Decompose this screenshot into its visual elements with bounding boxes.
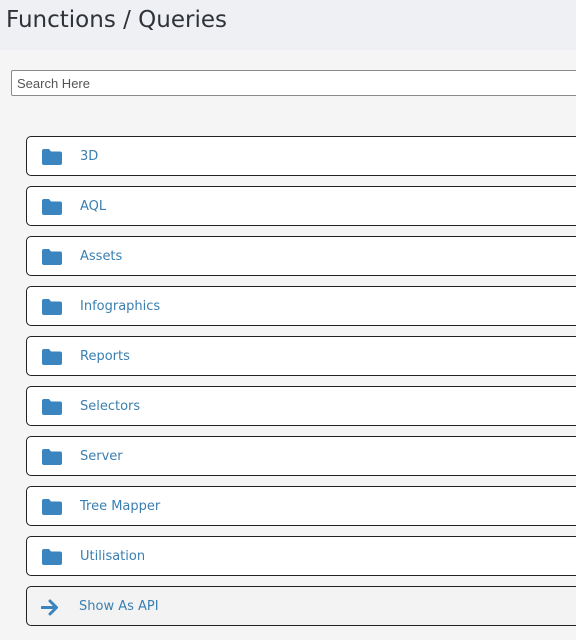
- folder-item-label: Infographics: [80, 299, 161, 314]
- folder-item-label: Reports: [80, 349, 130, 364]
- folder-icon: [42, 299, 62, 315]
- arrow-right-icon: [41, 599, 58, 616]
- folder-item-aql[interactable]: AQL: [26, 186, 576, 226]
- folder-icon: [42, 149, 62, 165]
- folder-item-tree-mapper[interactable]: Tree Mapper: [26, 486, 576, 526]
- folder-icon: [42, 399, 62, 415]
- folder-item-label: AQL: [80, 199, 107, 214]
- folder-icon: [42, 449, 62, 465]
- folder-item-label: Assets: [80, 249, 123, 264]
- folder-item-label: Server: [80, 449, 123, 464]
- folder-item-label: Selectors: [80, 399, 141, 414]
- folder-item-label: Utilisation: [80, 549, 146, 564]
- folder-item-3d[interactable]: 3D: [26, 136, 576, 176]
- folder-item-label: Tree Mapper: [80, 499, 161, 514]
- folder-item-label: 3D: [80, 149, 99, 164]
- page-header: Functions / Queries: [0, 0, 576, 50]
- show-as-api-button[interactable]: Show As API: [26, 586, 576, 626]
- folder-icon: [42, 199, 62, 215]
- folder-item-infographics[interactable]: Infographics: [26, 286, 576, 326]
- folder-item-selectors[interactable]: Selectors: [26, 386, 576, 426]
- folder-item-utilisation[interactable]: Utilisation: [26, 536, 576, 576]
- page-title: Functions / Queries: [6, 7, 227, 33]
- folder-item-reports[interactable]: Reports: [26, 336, 576, 376]
- folder-icon: [42, 549, 62, 565]
- folder-item-server[interactable]: Server: [26, 436, 576, 476]
- folder-icon: [42, 349, 62, 365]
- show-as-api-label: Show As API: [79, 599, 159, 614]
- folder-icon: [42, 249, 62, 265]
- search-input[interactable]: [11, 70, 576, 96]
- folder-item-assets[interactable]: Assets: [26, 236, 576, 276]
- folder-icon: [42, 499, 62, 515]
